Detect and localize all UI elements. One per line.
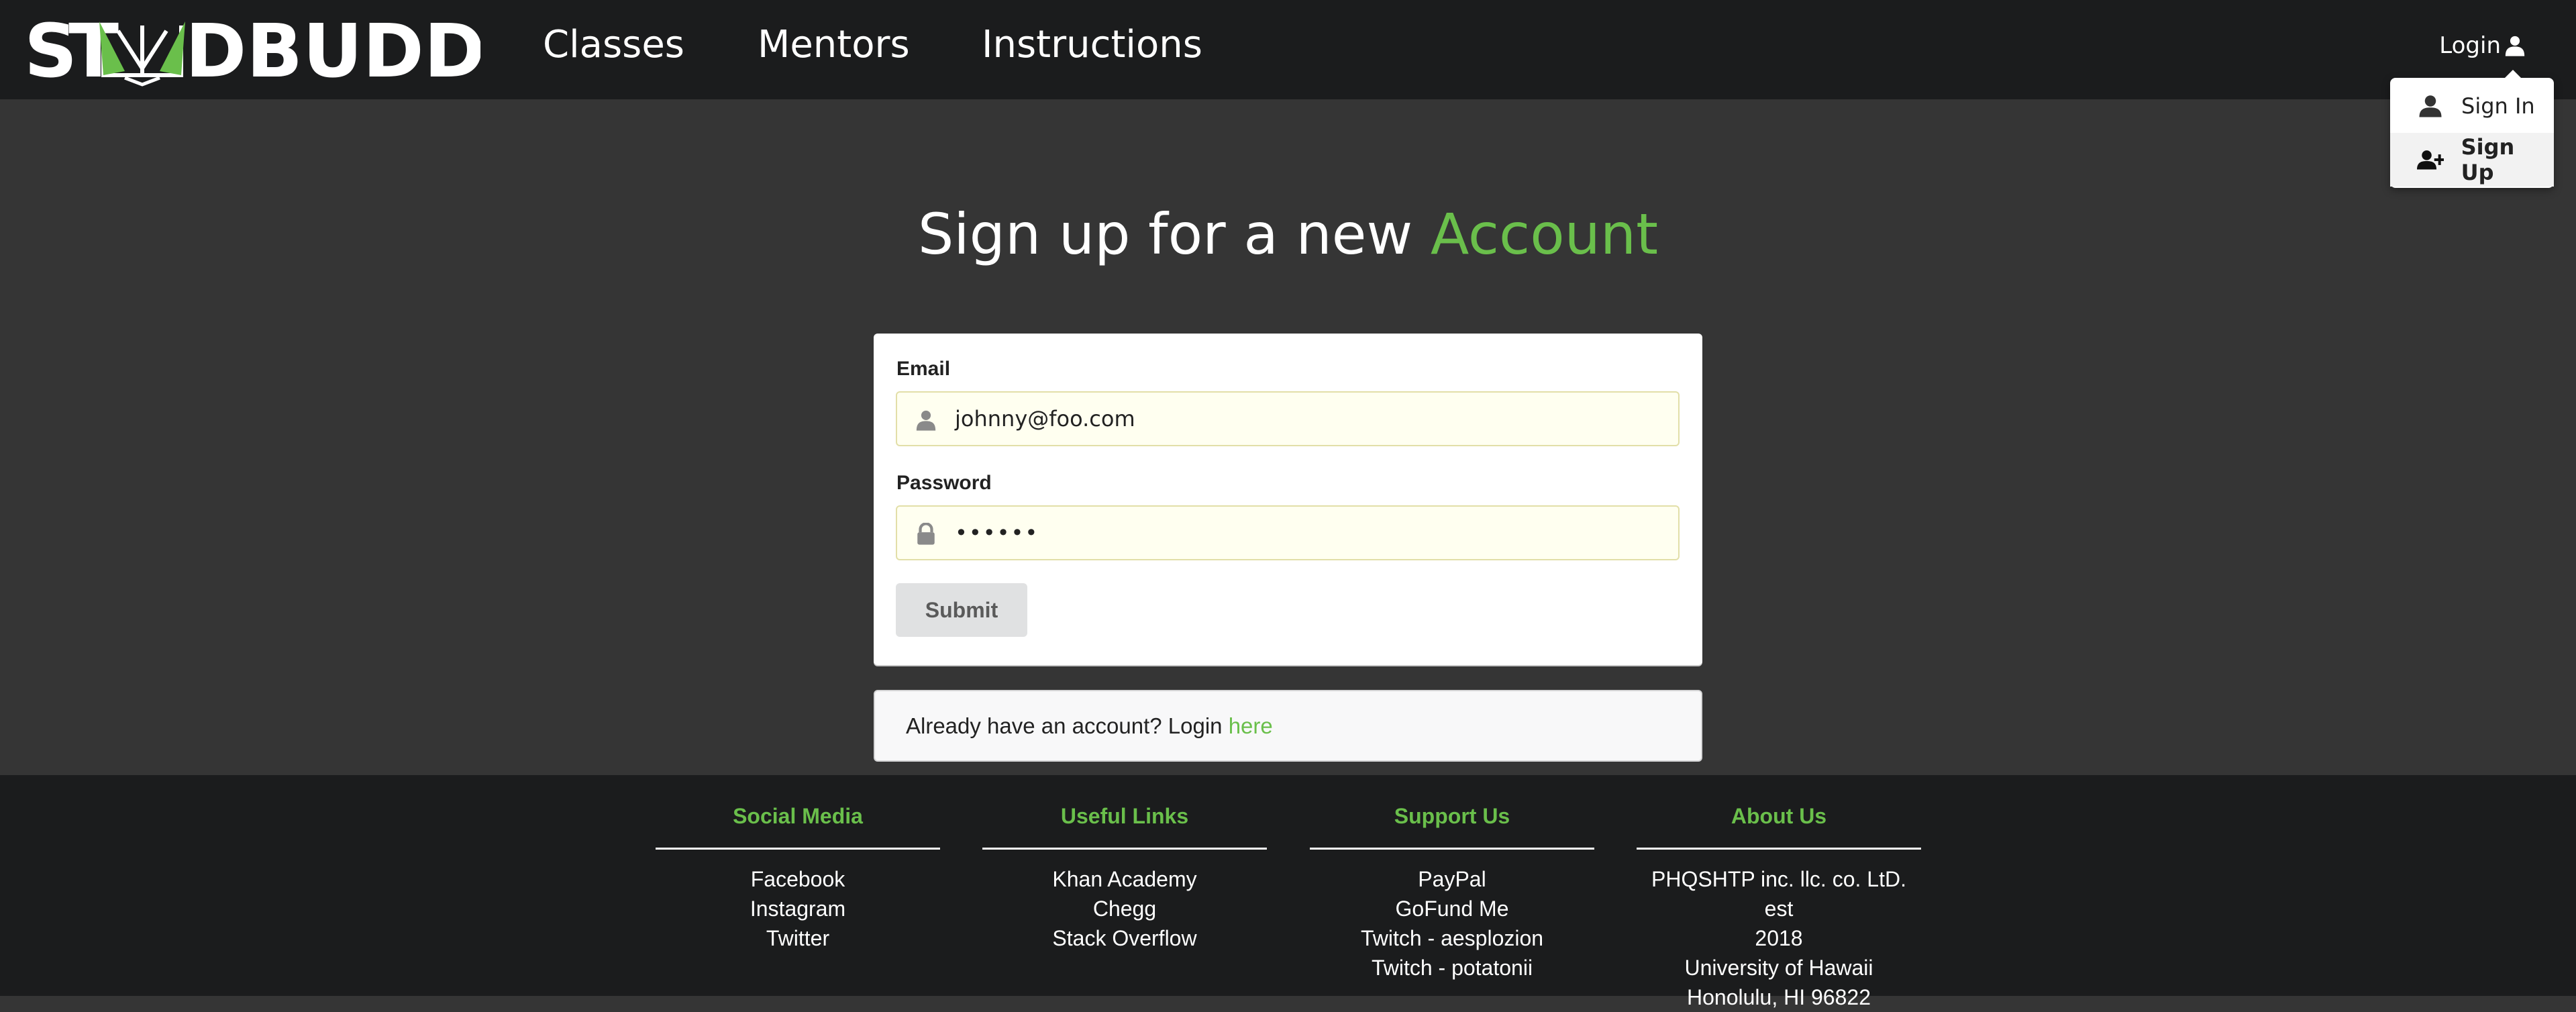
page-title-accent: Account (1430, 201, 1659, 267)
footer-link-twitch-aesplozion[interactable]: Twitch - aesplozion (1310, 923, 1594, 953)
footer-link-twitter[interactable]: Twitter (656, 923, 940, 953)
login-redirect-message: Already have an account? Login here (874, 690, 1702, 762)
submit-button[interactable]: Submit (896, 583, 1027, 637)
footer-link-gofundme[interactable]: GoFund Me (1310, 894, 1594, 923)
dropdown-item-sign-in[interactable]: Sign In (2390, 79, 2554, 133)
studbudd-logo[interactable]: S T DBUDD (24, 11, 480, 89)
email-field[interactable]: johnny@foo.com (896, 391, 1680, 446)
login-here-link[interactable]: here (1229, 713, 1273, 738)
nav-instructions[interactable]: Instructions (982, 20, 1202, 70)
user-icon (916, 410, 936, 431)
footer-heading: About Us (1731, 804, 1827, 828)
footer-link-instagram[interactable]: Instagram (656, 894, 940, 923)
nav-mentors[interactable]: Mentors (758, 20, 910, 70)
login-dropdown-menu: Sign In Sign Up (2390, 70, 2554, 188)
footer-link-twitch-potatonii[interactable]: Twitch - potatonii (1310, 953, 1594, 982)
add-user-icon (2417, 150, 2444, 170)
footer-divider (656, 848, 940, 850)
page-title-text: Sign up for a new (917, 201, 1431, 267)
signup-form-card: Email johnny@foo.com Password •••••• Sub… (874, 334, 1702, 665)
footer-about-address: Honolulu, HI 96822 (1687, 985, 1871, 1009)
sign-in-label: Sign In (2461, 93, 2535, 119)
lock-icon (917, 523, 935, 545)
email-value: johnny@foo.com (955, 406, 1135, 432)
footer-column-about-us: About Us PHQSHTP inc. llc. co. LtD. est … (1637, 775, 1921, 1012)
footer-heading: Social Media (733, 804, 863, 828)
footer-link-paypal[interactable]: PayPal (1310, 864, 1594, 894)
footer-divider (982, 848, 1267, 850)
top-navbar: S T DBUDD Classes Mentors Instructions L… (0, 0, 2576, 99)
nav-classes[interactable]: Classes (543, 20, 684, 70)
footer-link-stack-overflow[interactable]: Stack Overflow (982, 923, 1267, 953)
footer-link-khan-academy[interactable]: Khan Academy (982, 864, 1267, 894)
password-field[interactable]: •••••• (896, 505, 1680, 560)
login-redirect-text: Already have an account? Login (906, 713, 1229, 738)
footer-divider (1310, 848, 1594, 850)
footer-about-year: 2018 (1755, 926, 1803, 950)
footer-link-chegg[interactable]: Chegg (982, 894, 1267, 923)
dropdown-item-sign-up[interactable]: Sign Up (2390, 133, 2554, 187)
footer-heading: Support Us (1394, 804, 1510, 828)
password-value: •••••• (955, 520, 1039, 546)
footer-heading: Useful Links (1060, 804, 1189, 828)
footer-column-social-media: Social Media Facebook Instagram Twitter (656, 775, 940, 953)
user-icon (2419, 95, 2442, 117)
footer-about-company: PHQSHTP inc. llc. co. LtD. est (1651, 867, 1906, 921)
login-label: Login (2439, 32, 2501, 59)
password-label: Password (896, 472, 992, 494)
email-label: Email (896, 358, 951, 380)
footer-divider (1637, 848, 1921, 850)
footer: Social Media Facebook Instagram Twitter … (0, 775, 2576, 1009)
user-icon (2505, 36, 2525, 56)
login-menu-button[interactable]: Login (2439, 26, 2526, 66)
svg-text:DBUDD: DBUDD (185, 11, 480, 89)
page-title: Sign up for a new Account (0, 201, 2576, 267)
footer-column-support-us: Support Us PayPal GoFund Me Twitch - aes… (1310, 775, 1594, 982)
sign-up-label: Sign Up (2461, 134, 2515, 185)
footer-column-useful-links: Useful Links Khan Academy Chegg Stack Ov… (982, 775, 1267, 953)
footer-about-university: University of Hawaii (1684, 956, 1873, 980)
footer-link-facebook[interactable]: Facebook (656, 864, 940, 894)
